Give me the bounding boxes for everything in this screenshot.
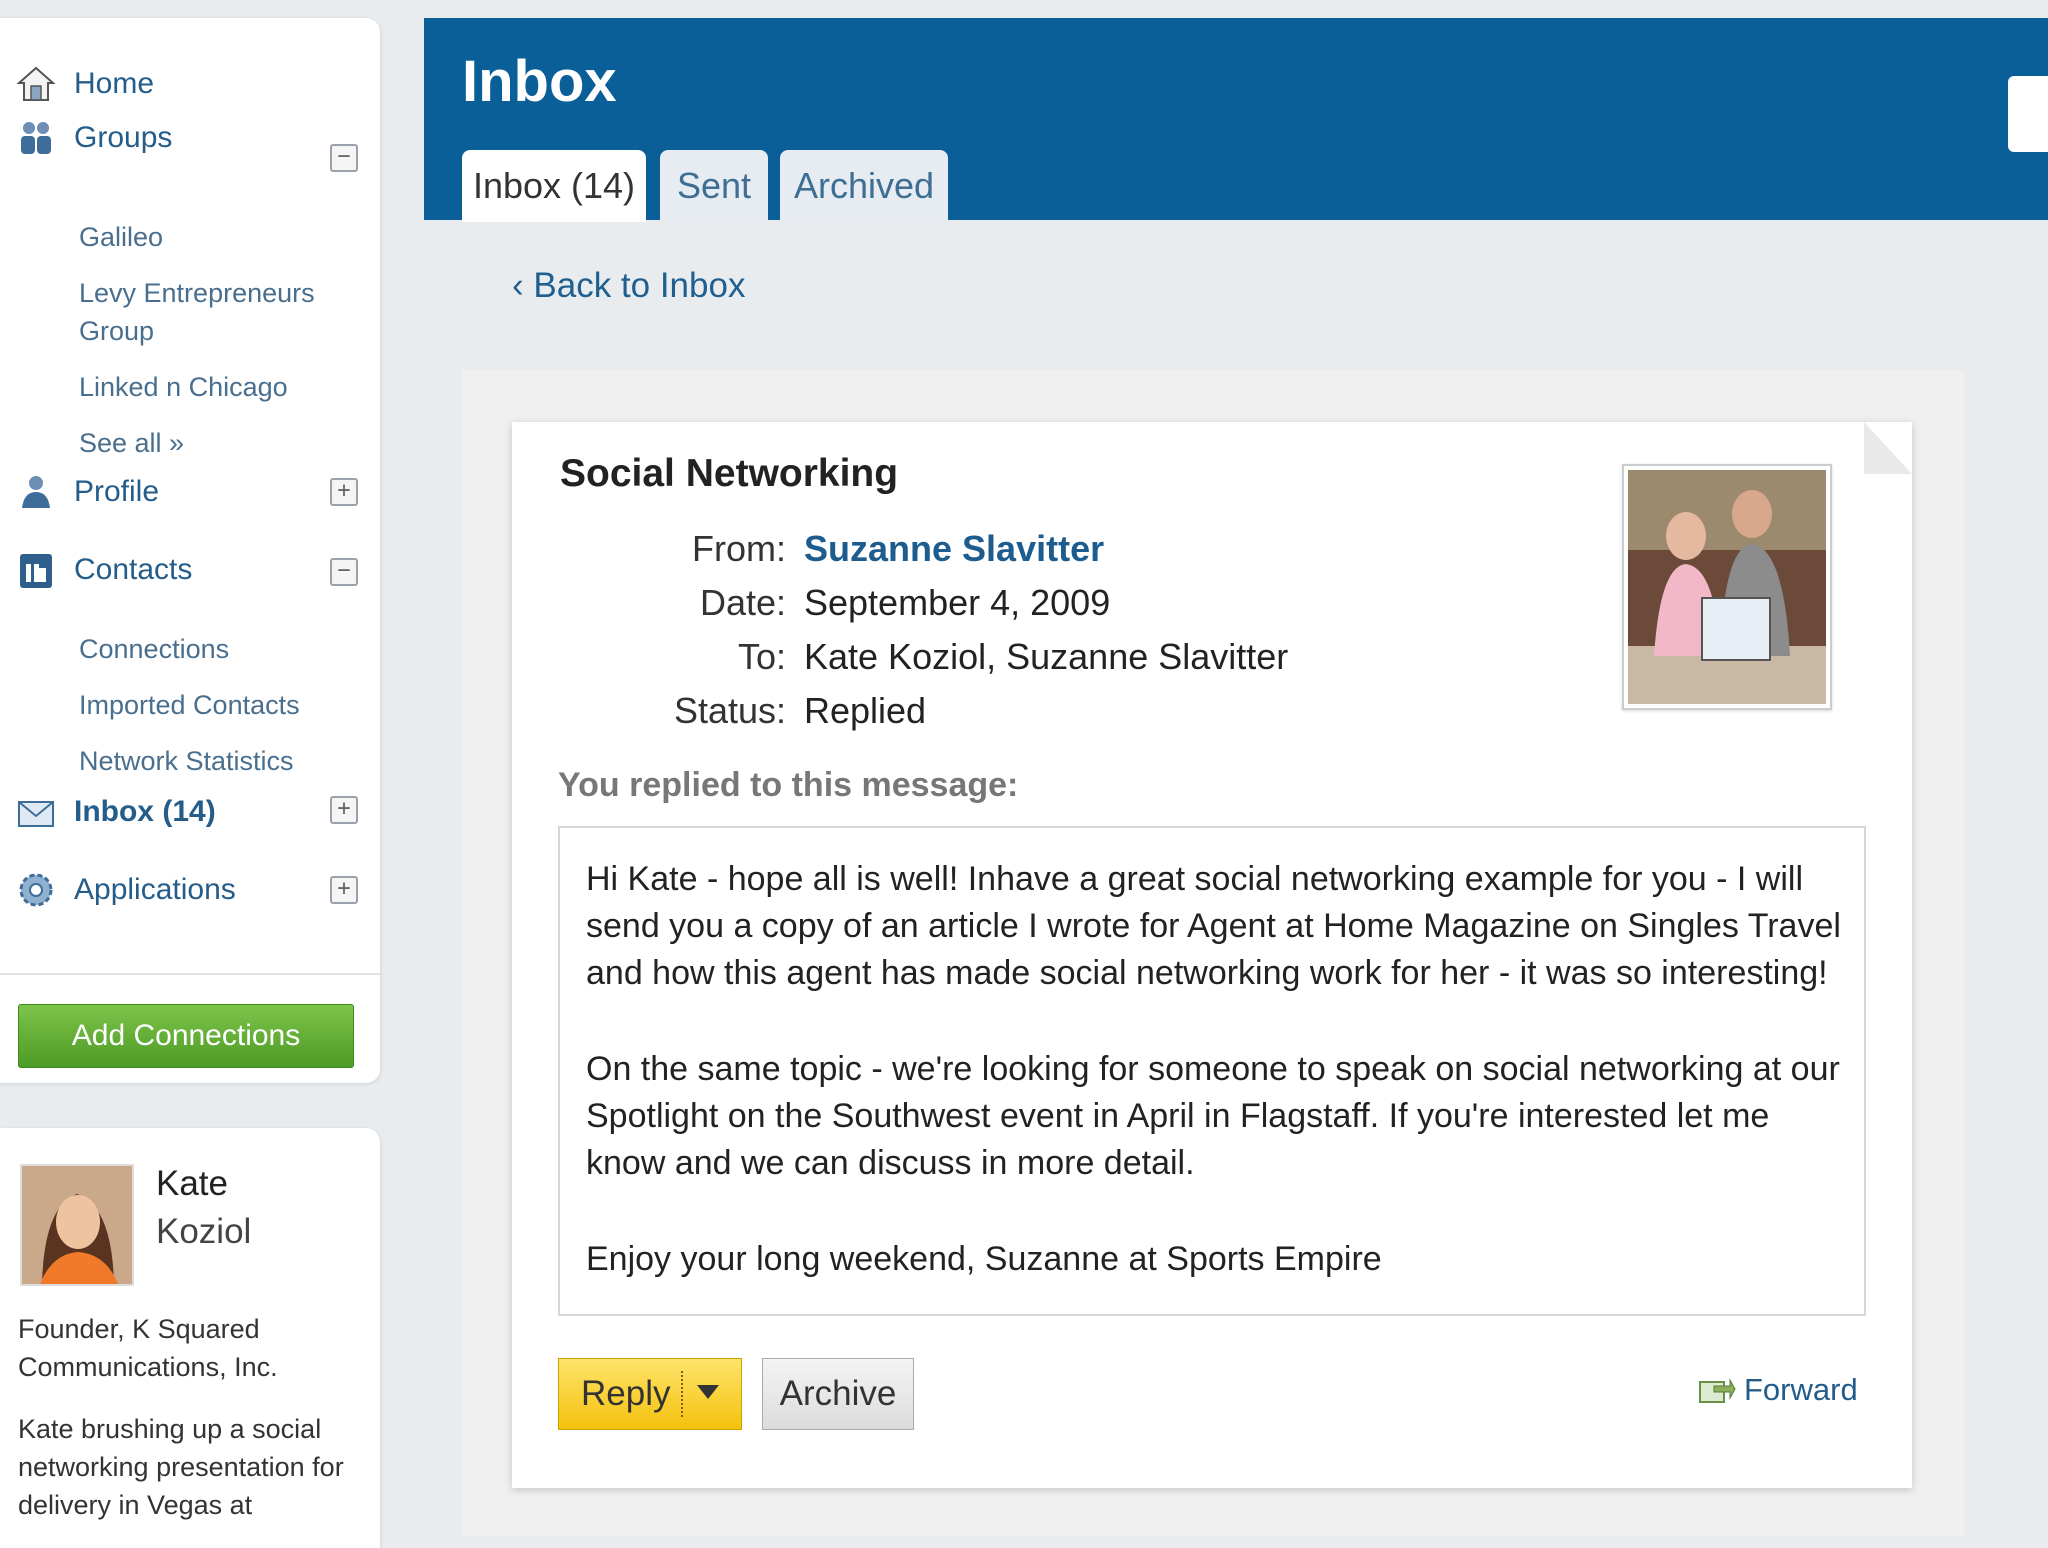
archive-button[interactable]: Archive — [762, 1358, 914, 1430]
replied-heading: You replied to this message: — [558, 766, 1019, 804]
forward-label: Forward — [1744, 1372, 1858, 1407]
forward-link[interactable]: Forward — [1696, 1370, 1858, 1410]
sender-photo[interactable] — [1622, 464, 1832, 710]
sidebar-item-profile[interactable]: Profile — [16, 468, 159, 516]
message-paragraph: On the same topic - we're looking for so… — [586, 1050, 1840, 1182]
status-label: Status: — [673, 690, 786, 731]
sender-link[interactable]: Suzanne Slavitter — [804, 528, 1104, 570]
chevron-down-icon[interactable] — [697, 1385, 719, 1399]
profile-last-name[interactable]: Koziol — [156, 1212, 251, 1252]
contacts-link-network-statistics[interactable]: Network Statistics — [79, 742, 294, 780]
message-subject: Social Networking — [560, 452, 899, 495]
message-paragraph: Hi Kate - hope all is well! Inhave a gre… — [586, 860, 1841, 992]
home-icon — [16, 66, 56, 101]
groups-icon — [21, 122, 51, 154]
add-connections-button[interactable]: Add Connections — [18, 1004, 354, 1068]
profile-headline: Founder, K Squared Communications, Inc. — [18, 1314, 278, 1382]
date-value: September 4, 2009 — [804, 582, 1111, 623]
inbox-expand-toggle[interactable]: + — [330, 796, 358, 824]
compose-button[interactable] — [2008, 76, 2048, 152]
envelope-icon — [18, 801, 54, 827]
groups-collapse-toggle[interactable]: − — [330, 144, 358, 172]
applications-expand-toggle[interactable]: + — [330, 876, 358, 904]
profile-expand-toggle[interactable]: + — [330, 478, 358, 506]
sidebar-item-groups[interactable]: Groups — [16, 114, 172, 162]
tab-archived[interactable]: Archived — [780, 150, 948, 222]
profile-first-name[interactable]: Kate — [156, 1164, 228, 1204]
avatar[interactable] — [20, 1164, 134, 1286]
contacts-collapse-toggle[interactable]: − — [330, 558, 358, 586]
status-value: Replied — [804, 690, 927, 731]
profile-status: Kate brushing up a social networking pre… — [18, 1414, 344, 1520]
sidebar-divider — [0, 973, 380, 975]
group-link-levy[interactable]: Levy Entrepreneurs Group — [79, 274, 339, 350]
sidebar-item-home[interactable]: Home — [16, 60, 154, 108]
gear-icon — [19, 873, 53, 907]
from-label: From: — [692, 528, 786, 569]
sidebar-item-contacts[interactable]: Contacts — [16, 546, 192, 594]
date-label: Date: — [699, 582, 786, 623]
message-paragraph: Enjoy your long weekend, Suzanne at Spor… — [586, 1240, 1382, 1278]
tab-sent[interactable]: Sent — [660, 150, 768, 222]
reply-button-label: Reply — [581, 1374, 671, 1413]
sidebar-nav: Home Groups − Galileo Levy Entrepreneurs… — [0, 18, 380, 1083]
contacts-link-imported[interactable]: Imported Contacts — [79, 686, 300, 724]
group-link-linked-n-chicago[interactable]: Linked n Chicago — [79, 368, 288, 406]
sidebar-item-label: Contacts — [74, 553, 193, 586]
sidebar-item-label: Groups — [74, 121, 173, 154]
group-link-galileo[interactable]: Galileo — [79, 218, 163, 256]
sidebar-item-label: Inbox (14) — [74, 795, 216, 828]
profile-icon — [22, 476, 50, 508]
back-to-inbox-link[interactable]: ‹ Back to Inbox — [512, 266, 745, 306]
forward-icon — [1699, 1378, 1736, 1403]
contacts-icon — [20, 554, 52, 588]
contacts-link-connections[interactable]: Connections — [79, 630, 229, 668]
sidebar-item-label: Applications — [74, 873, 236, 906]
to-label: To: — [737, 636, 786, 677]
message-body: Hi Kate - hope all is well! Inhave a gre… — [558, 826, 1866, 1316]
reply-button[interactable]: Reply — [558, 1358, 742, 1430]
reply-split-divider — [681, 1371, 683, 1417]
groups-see-all-link[interactable]: See all » — [79, 424, 184, 462]
tab-inbox[interactable]: Inbox (14) — [462, 150, 646, 222]
to-value: Kate Koziol, Suzanne Slavitter — [804, 636, 1289, 677]
sidebar-item-label: Home — [74, 67, 155, 100]
sidebar-item-label: Profile — [74, 475, 160, 508]
sidebar-item-applications[interactable]: Applications — [16, 866, 236, 914]
sidebar-item-inbox[interactable]: Inbox (14) — [16, 788, 216, 836]
profile-card: Kate Koziol Founder, K Squared Communica… — [0, 1128, 380, 1548]
inbox-header: Inbox Inbox (14) Sent Archived — [424, 18, 2048, 222]
page-title: Inbox — [462, 49, 617, 114]
